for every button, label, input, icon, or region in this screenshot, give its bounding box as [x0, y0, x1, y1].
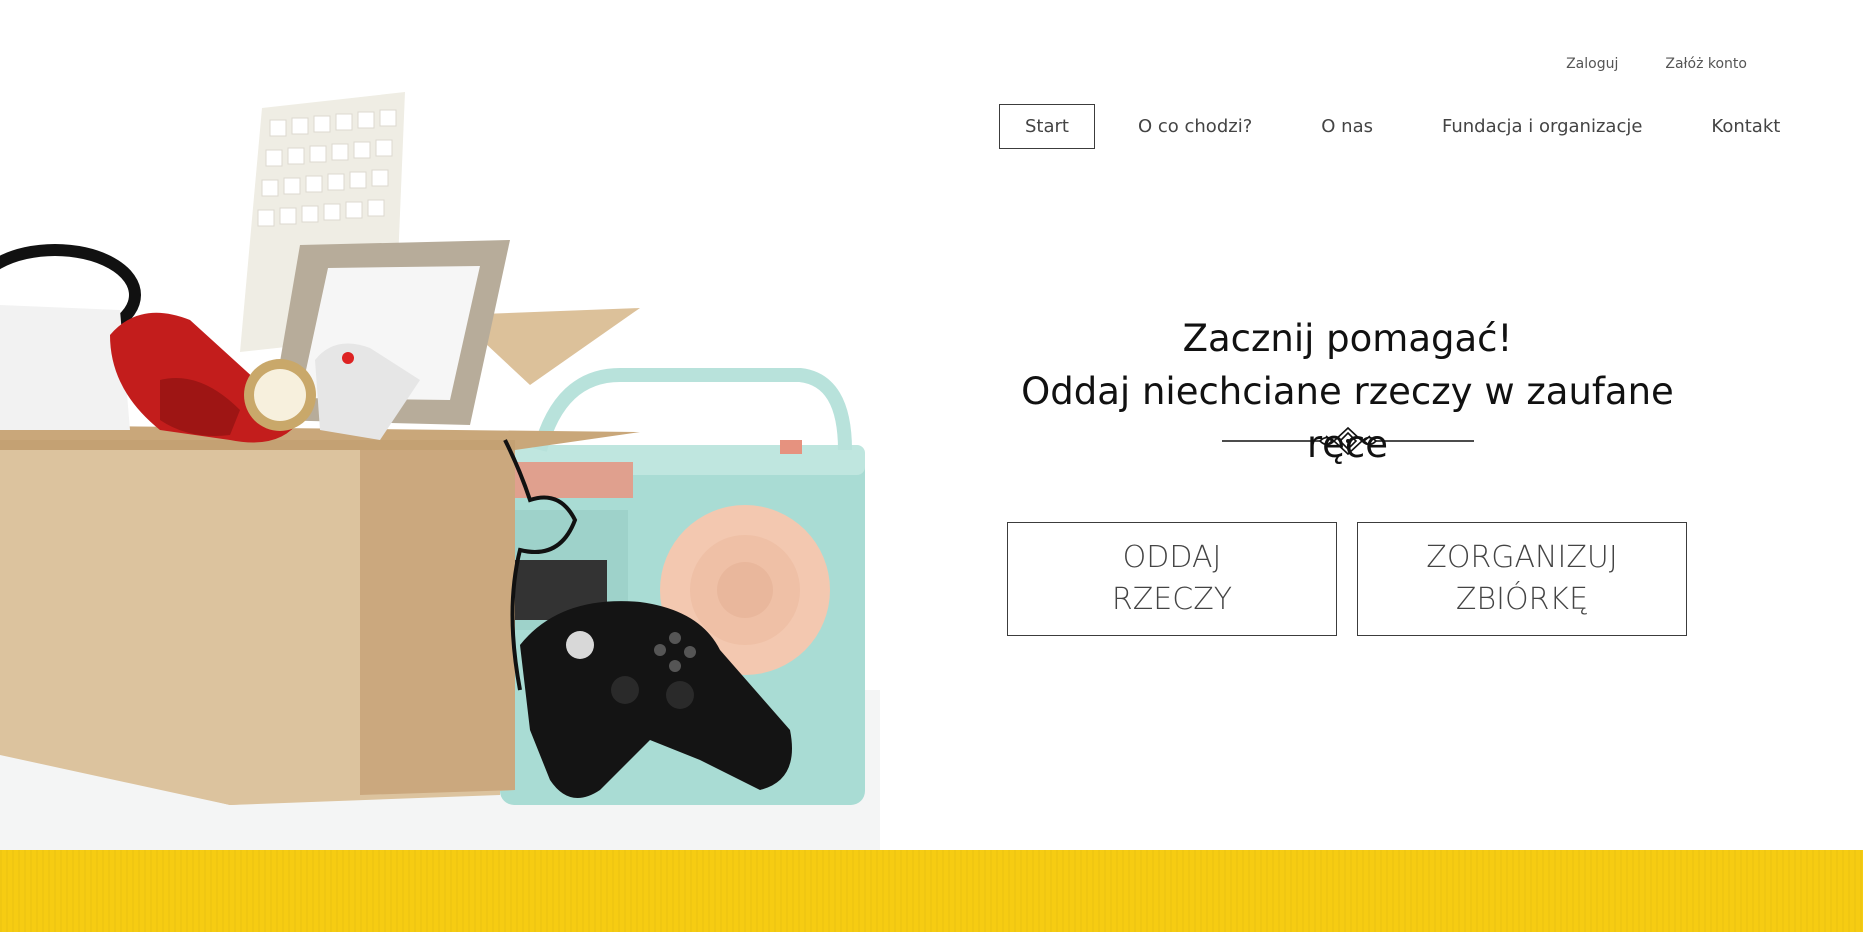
hero-illustration — [0, 92, 880, 850]
ornamental-divider-icon — [1222, 426, 1474, 456]
register-link[interactable]: Załóż konto — [1665, 56, 1747, 72]
nav-item-about-idea[interactable]: O co chodzi? — [1112, 104, 1278, 149]
hero-title-line1: Zacznij pomagać! — [1182, 317, 1513, 360]
nav-item-contact[interactable]: Kontakt — [1685, 104, 1806, 149]
auth-links: Zaloguj Załóż konto — [1566, 56, 1747, 72]
organize-label-line1: ZORGANIZUJ — [1426, 540, 1618, 575]
yellow-footer-band — [0, 850, 1863, 932]
organize-label-line2: ZBIÓRKĘ — [1455, 582, 1589, 617]
cta-buttons: ODDAJ RZECZY ZORGANIZUJ ZBIÓRKĘ — [1007, 522, 1687, 636]
nav-item-foundations[interactable]: Fundacja i organizacje — [1416, 104, 1668, 149]
organize-collection-button[interactable]: ZORGANIZUJ ZBIÓRKĘ — [1357, 522, 1687, 636]
give-items-label-line2: RZECZY — [1111, 582, 1233, 617]
nav-item-start[interactable]: Start — [999, 104, 1095, 149]
give-items-label-line1: ODDAJ — [1122, 540, 1222, 575]
give-items-button[interactable]: ODDAJ RZECZY — [1007, 522, 1337, 636]
main-nav: Start O co chodzi? O nas Fundacja i orga… — [999, 104, 1806, 149]
login-link[interactable]: Zaloguj — [1566, 56, 1618, 72]
nav-item-about-us[interactable]: O nas — [1295, 104, 1399, 149]
